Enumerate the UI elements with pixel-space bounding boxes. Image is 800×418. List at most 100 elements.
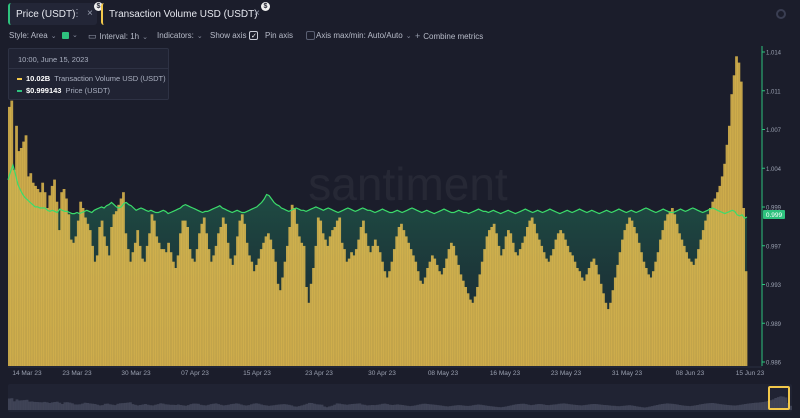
navigator-bar: [552, 404, 556, 410]
volume-bar: [143, 261, 147, 366]
volume-bar: [530, 217, 534, 366]
navigator-bar: [174, 405, 178, 410]
combine-metrics-button[interactable]: + Combine metrics: [415, 31, 483, 41]
x-tick-label: 14 Mar 23: [12, 370, 42, 377]
navigator-bar: [8, 398, 11, 410]
navigator-bar: [645, 407, 649, 410]
tab-price[interactable]: Price (USDT) ⋮ × $: [8, 2, 103, 25]
volume-bar: [478, 274, 482, 366]
navigator-bar: [607, 405, 611, 410]
tab-volume-close-icon[interactable]: ×: [254, 8, 260, 19]
volume-bar: [174, 268, 178, 366]
settings-toggle-icon[interactable]: [776, 9, 786, 19]
volume-bar: [573, 261, 577, 366]
volume-bar: [644, 268, 648, 366]
volume-bar: [533, 223, 536, 366]
chevron-down-icon: ⌄: [72, 32, 78, 39]
navigator-bar: [610, 405, 614, 410]
navigator-bar: [497, 407, 500, 410]
navigator-bar: [237, 403, 241, 410]
volume-bar: [537, 239, 541, 366]
navigator-bar: [297, 406, 301, 410]
volume-bar: [331, 230, 334, 366]
volume-bar: [625, 223, 629, 366]
navigator-bar: [582, 405, 586, 410]
navigator-bar: [514, 404, 518, 410]
color-picker[interactable]: ⌄: [62, 31, 78, 39]
volume-bar: [637, 242, 641, 366]
volume-bar: [452, 245, 456, 366]
volume-bar: [274, 261, 277, 366]
volume-bar: [264, 236, 268, 366]
style-select[interactable]: Style: Area ⌄: [9, 31, 57, 40]
chevron-down-icon: ⌄: [196, 32, 203, 40]
navigator-bar: [741, 404, 745, 410]
volume-bar: [373, 239, 377, 366]
show-axis-label: Show axis: [210, 31, 247, 40]
volume-bar: [526, 227, 529, 366]
tab-price-close-icon[interactable]: ×: [87, 8, 93, 19]
volume-bar: [226, 242, 230, 366]
volume-bar: [27, 176, 30, 366]
volume-bar: [623, 230, 627, 366]
navigator-bar: [512, 404, 515, 410]
volume-bar: [680, 239, 684, 366]
navigator-bar: [81, 403, 84, 410]
volume-bar: [566, 245, 570, 366]
volume-bar: [88, 230, 92, 366]
volume-bar: [319, 220, 323, 366]
volume-bar: [293, 208, 296, 366]
navigator-bar: [640, 407, 644, 410]
navigator-bar: [247, 405, 251, 410]
navigator-bar: [562, 403, 566, 410]
volume-bar: [255, 264, 258, 366]
indicators-select[interactable]: Indicators: ⌄: [157, 31, 203, 40]
navigator-bar: [76, 404, 79, 410]
navigator-bar: [418, 404, 422, 410]
interval-select[interactable]: ▭ Interval: 1h ⌄: [88, 31, 148, 42]
navigator-bar: [164, 404, 168, 410]
pin-axis-toggle[interactable]: Pin axis: [265, 31, 316, 40]
navigator-bar: [764, 401, 768, 410]
volume-bar: [193, 261, 197, 366]
checkbox-checked-icon[interactable]: ✓: [249, 31, 259, 40]
navigator-bar: [265, 405, 268, 410]
tab-price-menu-icon[interactable]: ⋮: [72, 8, 82, 19]
navigator-bar: [113, 405, 117, 410]
tab-volume[interactable]: Transaction Volume USD (USDT) ⋮ × $: [101, 2, 270, 25]
navigator-bar: [716, 403, 720, 410]
navigator-bar: [524, 404, 528, 410]
x-tick-label: 15 Jun 23: [736, 370, 765, 377]
range-navigator[interactable]: [8, 384, 792, 412]
x-tick-label: 23 May 23: [551, 370, 582, 377]
navigator-bar: [464, 405, 468, 410]
volume-bar: [487, 230, 491, 366]
volume-bar: [400, 223, 403, 366]
navigator-bar: [534, 404, 538, 410]
navigator-bar: [703, 403, 707, 410]
checkbox-unchecked-icon[interactable]: [306, 31, 316, 40]
tooltip-divider: [9, 68, 168, 69]
volume-bar: [72, 242, 75, 366]
volume-bar: [416, 271, 420, 366]
navigator-bar: [754, 402, 758, 410]
volume-bar: [160, 249, 163, 366]
navigator-bar: [368, 405, 372, 410]
volume-bar: [449, 242, 453, 366]
volume-bar: [8, 106, 11, 367]
volume-bar: [466, 293, 470, 366]
volume-bar: [46, 208, 49, 366]
navigator-bar: [353, 403, 357, 410]
volume-bar: [100, 220, 104, 366]
navigator-range-handle[interactable]: [768, 386, 790, 410]
navigator-bar: [45, 402, 49, 410]
axis-maxmin-select[interactable]: Axis max/min: Auto/Auto ⌄: [316, 31, 412, 40]
volume-bar: [136, 230, 140, 366]
navigator-bar: [474, 404, 478, 410]
navigator-bar: [681, 405, 684, 410]
volume-bar: [183, 220, 187, 366]
navigator-bar: [197, 403, 200, 410]
show-axis-toggle[interactable]: Show axis ✓: [210, 31, 259, 40]
tab-volume-menu-icon[interactable]: ⋮: [238, 8, 248, 19]
navigator-bar: [189, 404, 193, 410]
